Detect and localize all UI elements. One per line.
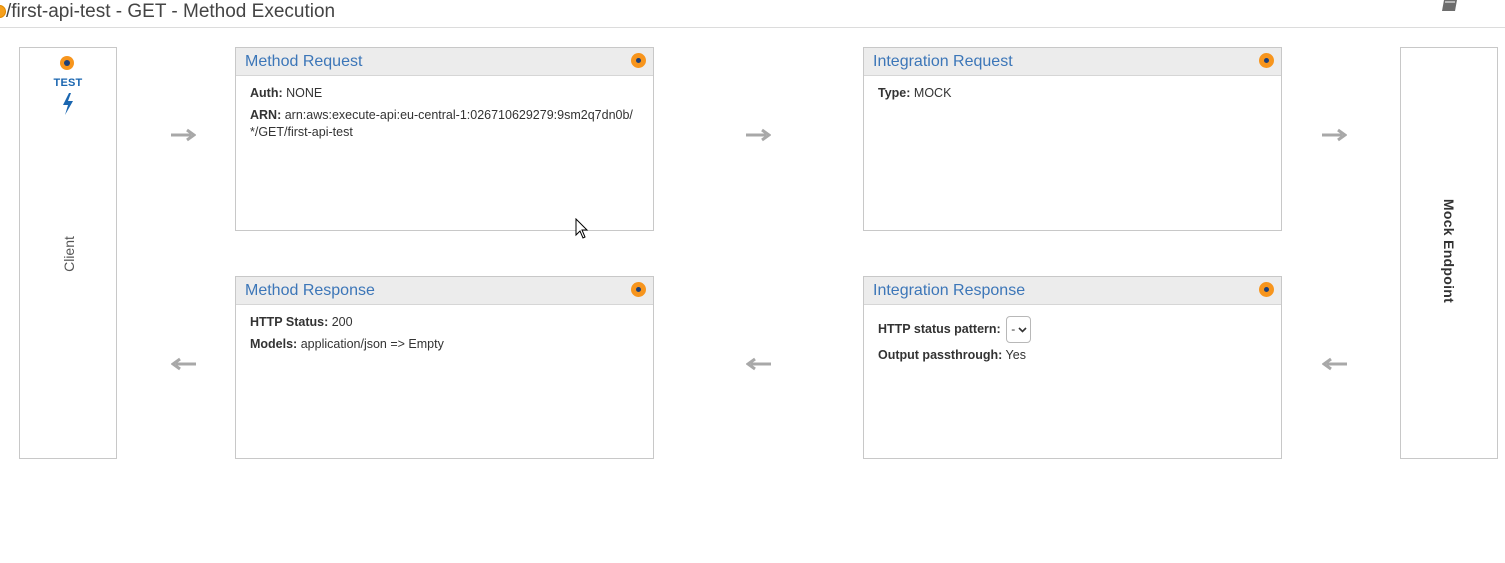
- http-status-row: HTTP Status: 200: [250, 314, 639, 331]
- client-label: Client: [61, 236, 77, 272]
- auth-label: Auth:: [250, 86, 283, 100]
- client-panel[interactable]: TEST Client: [19, 47, 117, 459]
- endpoint-label: Mock Endpoint: [1441, 198, 1457, 304]
- status-dot-icon: [1259, 282, 1274, 297]
- panel-header: Method Response: [236, 277, 653, 305]
- status-dot-icon: [1259, 53, 1274, 68]
- models-row: Models: application/json => Empty: [250, 336, 639, 353]
- chevron-down-icon: [1018, 327, 1027, 333]
- panel-header: Method Request: [236, 48, 653, 76]
- integration-request-link[interactable]: Integration Request: [873, 53, 1013, 71]
- arrow-left-icon: [171, 357, 196, 371]
- status-dot-icon: [631, 53, 646, 68]
- method-response-panel[interactable]: Method Response HTTP Status: 200 Models:…: [235, 276, 654, 459]
- arn-value: arn:aws:execute-api:eu-central-1:0267106…: [250, 108, 633, 139]
- arn-row: ARN: arn:aws:execute-api:eu-central-1:02…: [250, 107, 639, 141]
- status-dot-icon: [631, 282, 646, 297]
- auth-value: NONE: [286, 86, 323, 100]
- arn-label: ARN:: [250, 108, 282, 122]
- models-label: Models:: [250, 337, 298, 351]
- panel-header: Integration Response: [864, 277, 1281, 305]
- status-pattern-label: HTTP status pattern:: [878, 321, 1001, 336]
- arrow-right-icon: [746, 128, 771, 142]
- output-passthrough-row: Output passthrough: Yes: [878, 347, 1267, 364]
- arrow-right-icon: [171, 128, 196, 142]
- type-value: MOCK: [913, 86, 952, 100]
- output-passthrough-label: Output passthrough:: [878, 348, 1003, 362]
- page-title: /first-api-test - GET - Method Execution: [6, 1, 336, 22]
- arrow-left-icon: [1322, 357, 1347, 371]
- models-value: application/json => Empty: [300, 337, 444, 351]
- status-pattern-select[interactable]: -: [1006, 316, 1032, 343]
- method-response-link[interactable]: Method Response: [245, 282, 375, 300]
- title-bar: /first-api-test - GET - Method Execution: [0, 0, 1505, 28]
- book-icon[interactable]: [1441, 0, 1461, 12]
- test-status-icon: [60, 56, 74, 70]
- integration-request-panel[interactable]: Integration Request Type: MOCK: [863, 47, 1282, 231]
- output-passthrough-value: Yes: [1005, 348, 1026, 362]
- http-status-value: 200: [331, 315, 353, 329]
- status-pattern-row: HTTP status pattern: -: [878, 316, 1267, 343]
- test-link[interactable]: TEST: [20, 77, 116, 89]
- method-request-link[interactable]: Method Request: [245, 53, 362, 71]
- integration-response-link[interactable]: Integration Response: [873, 282, 1025, 300]
- method-request-panel[interactable]: Method Request Auth: NONE ARN: arn:aws:e…: [235, 47, 654, 231]
- http-status-label: HTTP Status:: [250, 315, 329, 329]
- mock-endpoint-panel[interactable]: Mock Endpoint: [1400, 47, 1498, 459]
- auth-row: Auth: NONE: [250, 85, 639, 102]
- lightning-bolt-icon[interactable]: [60, 92, 76, 116]
- arrow-left-icon: [746, 357, 771, 371]
- arrow-right-icon: [1322, 128, 1347, 142]
- mouse-cursor-icon: [575, 218, 589, 239]
- status-pattern-value: -: [1011, 322, 1016, 336]
- type-row: Type: MOCK: [878, 85, 1267, 102]
- type-label: Type:: [878, 86, 911, 100]
- integration-response-panel[interactable]: Integration Response HTTP status pattern…: [863, 276, 1282, 459]
- panel-header: Integration Request: [864, 48, 1281, 76]
